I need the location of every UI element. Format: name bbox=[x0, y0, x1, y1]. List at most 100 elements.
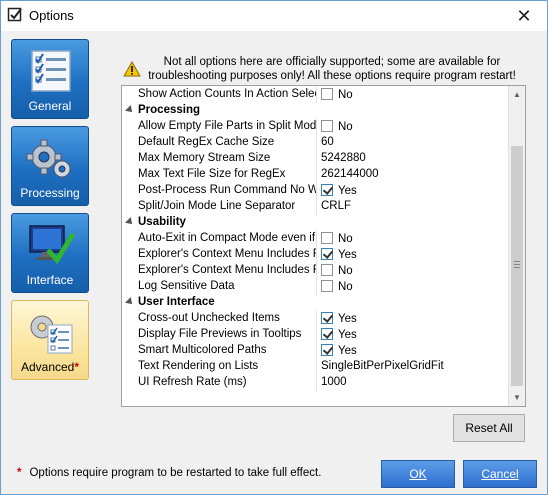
column-divider bbox=[316, 327, 317, 343]
gears-icon bbox=[26, 139, 71, 178]
property-value[interactable]: No bbox=[321, 232, 509, 245]
property-row[interactable]: Explorer's Context Menu Includes F No bbox=[122, 263, 509, 279]
collapse-arrow-icon[interactable] bbox=[125, 105, 135, 115]
category-row[interactable]: User Interface bbox=[122, 295, 509, 311]
reset-all-button[interactable]: Reset All bbox=[453, 414, 525, 442]
checked-checkbox[interactable] bbox=[321, 184, 333, 196]
property-value[interactable]: 5242880 bbox=[321, 152, 509, 164]
grip-icon bbox=[514, 261, 520, 268]
nav-item-general[interactable]: General bbox=[11, 39, 89, 119]
category-row[interactable]: Usability bbox=[122, 215, 509, 231]
collapse-arrow-icon[interactable] bbox=[125, 297, 135, 307]
checklist-icon bbox=[31, 50, 71, 92]
property-value[interactable]: No bbox=[321, 120, 509, 133]
unchecked-checkbox[interactable] bbox=[321, 232, 333, 244]
property-value-text: No bbox=[338, 121, 353, 133]
collapse-arrow-icon[interactable] bbox=[125, 217, 135, 227]
property-name: Max Text File Size for RegEx bbox=[138, 168, 286, 180]
scroll-down-icon[interactable]: ▼ bbox=[509, 389, 525, 406]
nav-item-interface[interactable]: Interface bbox=[11, 213, 89, 293]
nav-label-advanced: Advanced* bbox=[20, 360, 80, 374]
column-divider bbox=[316, 119, 317, 135]
checked-checkbox[interactable] bbox=[321, 312, 333, 324]
property-value[interactable]: Yes bbox=[321, 328, 509, 341]
column-divider bbox=[316, 311, 317, 327]
gear-checklist-icon bbox=[30, 315, 73, 354]
checked-checkbox[interactable] bbox=[321, 328, 333, 340]
property-name: Split/Join Mode Line Separator bbox=[138, 200, 296, 212]
warning-banner: Not all options here are officially supp… bbox=[121, 55, 521, 85]
unchecked-checkbox[interactable] bbox=[321, 264, 333, 276]
warning-icon bbox=[123, 61, 141, 77]
property-row[interactable]: Explorer's Context Menu Includes F Yes bbox=[122, 247, 509, 263]
footnote: * Options require program to be restarted… bbox=[17, 467, 321, 479]
property-name: Smart Multicolored Paths bbox=[138, 344, 267, 356]
property-row[interactable]: Auto-Exit in Compact Mode even if No bbox=[122, 231, 509, 247]
property-value[interactable]: No bbox=[321, 264, 509, 277]
property-name: Display File Previews in Tooltips bbox=[138, 328, 302, 340]
property-value-text: No bbox=[338, 233, 353, 245]
property-row[interactable]: UI Refresh Rate (ms) 1000 bbox=[122, 375, 509, 391]
property-row[interactable]: Max Memory Stream Size 5242880 bbox=[122, 151, 509, 167]
property-name: Show Action Counts In Action Select bbox=[138, 88, 316, 100]
property-name: Max Memory Stream Size bbox=[138, 152, 271, 164]
property-row[interactable]: Smart Multicolored Paths Yes bbox=[122, 343, 509, 359]
footnote-text: Options require program to be restarted … bbox=[29, 467, 322, 479]
property-value-text: No bbox=[338, 265, 353, 277]
unchecked-checkbox[interactable] bbox=[321, 88, 333, 100]
ok-button[interactable]: OK bbox=[381, 460, 455, 488]
column-divider bbox=[316, 167, 317, 183]
close-button[interactable]: ✕ bbox=[501, 1, 547, 31]
category-label: Processing bbox=[138, 104, 200, 116]
title-bar[interactable]: Options ✕ bbox=[1, 1, 547, 31]
property-row[interactable]: Text Rendering on Lists SingleBitPerPixel… bbox=[122, 359, 509, 375]
nav-item-advanced[interactable]: Advanced* bbox=[11, 300, 89, 380]
property-value[interactable]: No bbox=[321, 88, 509, 101]
property-value[interactable]: Yes bbox=[321, 312, 509, 325]
property-value-text: 5242880 bbox=[321, 152, 366, 164]
column-divider bbox=[316, 359, 317, 375]
property-value[interactable]: 60 bbox=[321, 136, 509, 148]
property-row[interactable]: Show Action Counts In Action Select No bbox=[122, 87, 509, 103]
property-name: Default RegEx Cache Size bbox=[138, 136, 275, 148]
property-row[interactable]: Max Text File Size for RegEx 262144000 bbox=[122, 167, 509, 183]
cancel-button[interactable]: Cancel bbox=[463, 460, 537, 488]
property-row[interactable]: Display File Previews in Tooltips Yes bbox=[122, 327, 509, 343]
property-name: Text Rendering on Lists bbox=[138, 360, 259, 372]
scroll-up-icon[interactable]: ▲ bbox=[509, 86, 525, 103]
column-divider bbox=[316, 375, 317, 391]
property-row[interactable]: Log Sensitive Data No bbox=[122, 279, 509, 295]
close-icon: ✕ bbox=[516, 5, 532, 26]
unchecked-checkbox[interactable] bbox=[321, 120, 333, 132]
options-window: Options ✕ General Processing Interface A… bbox=[0, 0, 548, 495]
property-value[interactable]: CRLF bbox=[321, 200, 509, 212]
property-value[interactable]: Yes bbox=[321, 344, 509, 357]
property-value[interactable]: SingleBitPerPixelGridFit bbox=[321, 360, 509, 372]
property-row[interactable]: Default RegEx Cache Size 60 bbox=[122, 135, 509, 151]
checked-checkbox[interactable] bbox=[321, 248, 333, 260]
vertical-scrollbar[interactable]: ▲ ▼ bbox=[508, 86, 525, 406]
checked-checkbox[interactable] bbox=[321, 344, 333, 356]
property-value[interactable]: Yes bbox=[321, 248, 509, 261]
property-row[interactable]: Allow Empty File Parts in Split Mode No bbox=[122, 119, 509, 135]
property-row[interactable]: Post-Process Run Command No Wi Yes bbox=[122, 183, 509, 199]
property-value[interactable]: No bbox=[321, 280, 509, 293]
property-value[interactable]: 1000 bbox=[321, 376, 509, 388]
property-name: Log Sensitive Data bbox=[138, 280, 235, 292]
property-value[interactable]: 262144000 bbox=[321, 168, 509, 180]
property-row[interactable]: Cross-out Unchecked Items Yes bbox=[122, 311, 509, 327]
category-row[interactable]: Processing bbox=[122, 103, 509, 119]
unchecked-checkbox[interactable] bbox=[321, 280, 333, 292]
property-row[interactable]: Split/Join Mode Line Separator CRLF bbox=[122, 199, 509, 215]
property-value-text: SingleBitPerPixelGridFit bbox=[321, 360, 444, 372]
checkbox-app-icon bbox=[7, 7, 22, 22]
column-divider bbox=[316, 247, 317, 263]
nav-item-processing[interactable]: Processing bbox=[11, 126, 89, 206]
scroll-thumb[interactable] bbox=[511, 146, 523, 386]
property-value[interactable]: Yes bbox=[321, 184, 509, 197]
property-name: UI Refresh Rate (ms) bbox=[138, 376, 247, 388]
column-divider bbox=[316, 183, 317, 199]
property-value-text: CRLF bbox=[321, 200, 352, 212]
category-label: Usability bbox=[138, 216, 186, 228]
property-grid[interactable]: Show Action Counts In Action Select No Pro… bbox=[121, 85, 526, 407]
